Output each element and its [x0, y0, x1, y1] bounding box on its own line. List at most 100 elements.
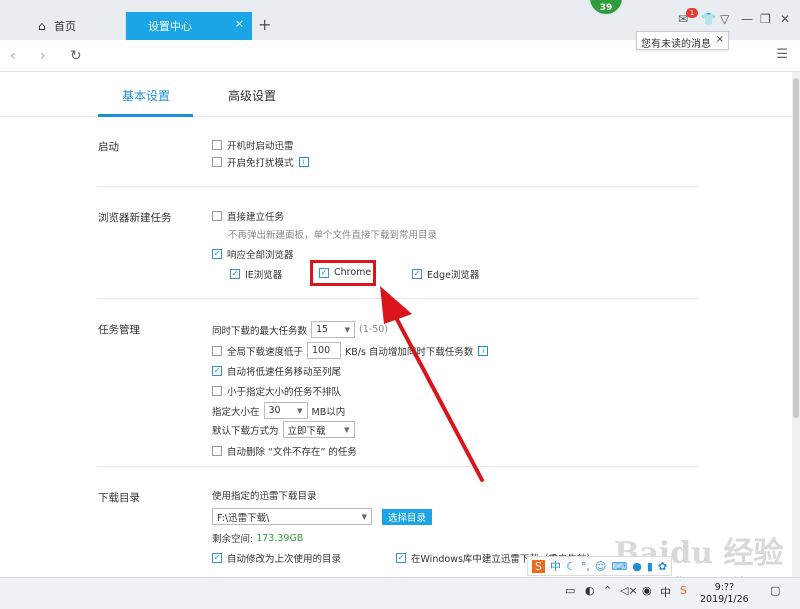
section-download-dir-title: 下载目录	[98, 492, 140, 504]
startup-on-boot-option[interactable]: 开机时启动迅雷	[212, 138, 294, 152]
home-icon: ⌂	[38, 19, 46, 33]
free-space-value: 173.39GB	[256, 532, 304, 544]
clock-time: 9:??	[714, 582, 735, 593]
browser-edge-option[interactable]: ✓ Edge浏览器	[412, 267, 479, 281]
mode-label: 默认下载方式为	[212, 425, 279, 437]
select-value: 15	[316, 324, 329, 335]
free-space-label: 剩余空间:	[212, 534, 254, 545]
ime-logo-icon: S	[532, 559, 545, 573]
tab-basic-settings[interactable]: 基本设置	[122, 87, 170, 104]
keyboard-icon[interactable]: ⌨	[611, 560, 627, 573]
checkbox-checked[interactable]: ✓	[212, 366, 222, 376]
tab-home[interactable]: ⌂ 首页	[0, 12, 126, 40]
back-icon[interactable]: ‹	[10, 48, 16, 64]
refresh-icon[interactable]: ↻	[70, 48, 82, 64]
checkbox-checked[interactable]: ✓	[212, 553, 222, 563]
checkbox[interactable]	[212, 157, 222, 167]
option-label: 开机时启动迅雷	[227, 141, 294, 152]
move-slow-tasks-option[interactable]: ✓ 自动将低速任务移动至列尾	[212, 364, 341, 378]
max-tasks-label: 同时下载的最大任务数	[212, 325, 308, 337]
do-not-disturb-option[interactable]: 开启免打扰模式 i	[212, 155, 309, 169]
checkbox-checked[interactable]: ✓	[396, 553, 406, 563]
close-window-icon[interactable]: ✕	[780, 12, 790, 26]
option-label: 响应全部浏览器	[227, 250, 294, 261]
red-arrow-annotation	[380, 286, 484, 482]
auto-modify-dir-option[interactable]: ✓ 自动修改为上次使用的目录	[212, 551, 341, 565]
speed-input[interactable]: 100	[307, 342, 342, 359]
chevron-down-icon: ▼	[361, 512, 367, 521]
minimize-icon[interactable]: —	[741, 12, 753, 26]
section-browser-task-title: 浏览器新建任务	[98, 212, 172, 224]
tray-chevron-icon[interactable]: ⌃	[603, 584, 612, 597]
use-dir-label: 使用指定的迅雷下载目录	[212, 491, 317, 502]
skin-icon[interactable]: ▮	[647, 560, 653, 573]
option-label: 开启免打扰模式	[227, 158, 294, 169]
new-tab-button[interactable]: +	[258, 15, 271, 34]
info-icon[interactable]: i	[298, 157, 309, 167]
download-dir-select[interactable]: F:\迅雷下载\ ▼	[212, 508, 372, 525]
menu-icon[interactable]: ☰	[776, 47, 788, 62]
max-tasks-select[interactable]: 15 ▼	[311, 321, 356, 338]
emoji-icon[interactable]: ☺	[595, 560, 606, 573]
ime-language[interactable]: 中	[550, 558, 561, 574]
menu-dropdown-icon[interactable]: ▽	[720, 12, 729, 26]
tab-close-button[interactable]: ×	[235, 17, 244, 30]
score-badge[interactable]: 39	[588, 0, 624, 16]
checkbox[interactable]	[212, 140, 222, 150]
checkbox-checked[interactable]: ✓	[230, 269, 240, 279]
select-value: F:\迅雷下载\	[217, 512, 270, 524]
settings-icon[interactable]: ✿	[658, 560, 667, 573]
browser-ie-option[interactable]: ✓ IE浏览器	[230, 267, 282, 281]
punctuation-icon[interactable]: °,	[581, 560, 590, 573]
size-select[interactable]: 30 ▼	[263, 402, 308, 419]
free-space-row: 剩余空间: 173.39GB	[212, 531, 304, 546]
checkbox[interactable]	[212, 386, 222, 396]
tray-language[interactable]: 中	[660, 584, 671, 600]
restore-icon[interactable]: ❐	[760, 12, 771, 26]
tab-settings-center[interactable]: 设置中心 ×	[126, 12, 252, 40]
checkbox[interactable]	[212, 446, 222, 456]
scrollbar-thumb[interactable]	[793, 78, 799, 418]
option-label: Edge浏览器	[427, 270, 480, 281]
respond-all-browsers-option[interactable]: ✓ 响应全部浏览器	[212, 247, 294, 261]
tab-advanced-settings[interactable]: 高级设置	[228, 87, 276, 104]
choose-dir-button[interactable]: 选择目录	[382, 508, 433, 525]
taskbar-clock[interactable]: 9:?? 2019/1/26	[700, 582, 749, 606]
notification-icon[interactable]: ▢	[770, 584, 780, 597]
tray-icon[interactable]: ▭	[565, 584, 575, 597]
chevron-down-icon: ▼	[344, 325, 351, 334]
direct-create-task-option[interactable]: 直接建立任务	[212, 209, 284, 223]
taskbar: ▭ ◐ ⌃ ◁× ◉ 中 S 9:?? 2019/1/26 ▢	[0, 577, 800, 609]
size-label: 指定大小在	[212, 406, 260, 418]
settings-tabs: 基本设置 高级设置	[0, 72, 800, 117]
size-limit-row: 指定大小在 30 ▼ MB以内	[212, 402, 345, 419]
section-task-mgmt-title: 任务管理	[98, 324, 140, 336]
sogou-icon[interactable]: S	[680, 584, 687, 597]
checkbox[interactable]	[212, 345, 222, 356]
download-mode-select[interactable]: 立即下载 ▼	[282, 421, 355, 438]
volume-icon[interactable]: ◁×	[620, 584, 638, 597]
chevron-down-icon: ▼	[297, 406, 303, 415]
select-value: 立即下载	[287, 425, 326, 437]
tooltip-close-icon[interactable]: ×	[716, 34, 724, 45]
option-label: 直接建立任务	[227, 212, 285, 223]
download-mode-row: 默认下载方式为 立即下载 ▼	[212, 421, 359, 438]
dir-row: F:\迅雷下载\ ▼ 选择目录	[208, 508, 433, 525]
mic-icon[interactable]: ●	[632, 560, 642, 573]
moon-icon[interactable]: ☾	[566, 560, 576, 573]
small-no-queue-option[interactable]: 小于指定大小的任务不排队	[212, 384, 341, 398]
forward-icon[interactable]: ›	[40, 48, 46, 64]
size-unit: MB以内	[311, 406, 346, 418]
checkbox[interactable]	[212, 211, 222, 221]
unread-tooltip: 您有未读的消息 ×	[636, 31, 729, 50]
max-tasks-row: 同时下载的最大任务数 15 ▼ (1-50)	[212, 321, 388, 338]
section-divider	[98, 186, 699, 187]
tray-green-icon[interactable]: ◐	[585, 584, 595, 597]
auto-delete-option[interactable]: 自动删除 “文件不存在” 的任务	[212, 444, 357, 458]
ime-toolbar[interactable]: S 中 ☾ °, ☺ ⌨ ● ▮ ✿	[527, 556, 673, 576]
checkbox-checked[interactable]: ✓	[412, 269, 422, 279]
tab-home-label: 首页	[54, 20, 76, 33]
checkbox-checked[interactable]: ✓	[212, 249, 222, 259]
wechat-icon[interactable]: ◉	[642, 584, 652, 597]
skin-icon[interactable]: 👕	[701, 12, 716, 26]
